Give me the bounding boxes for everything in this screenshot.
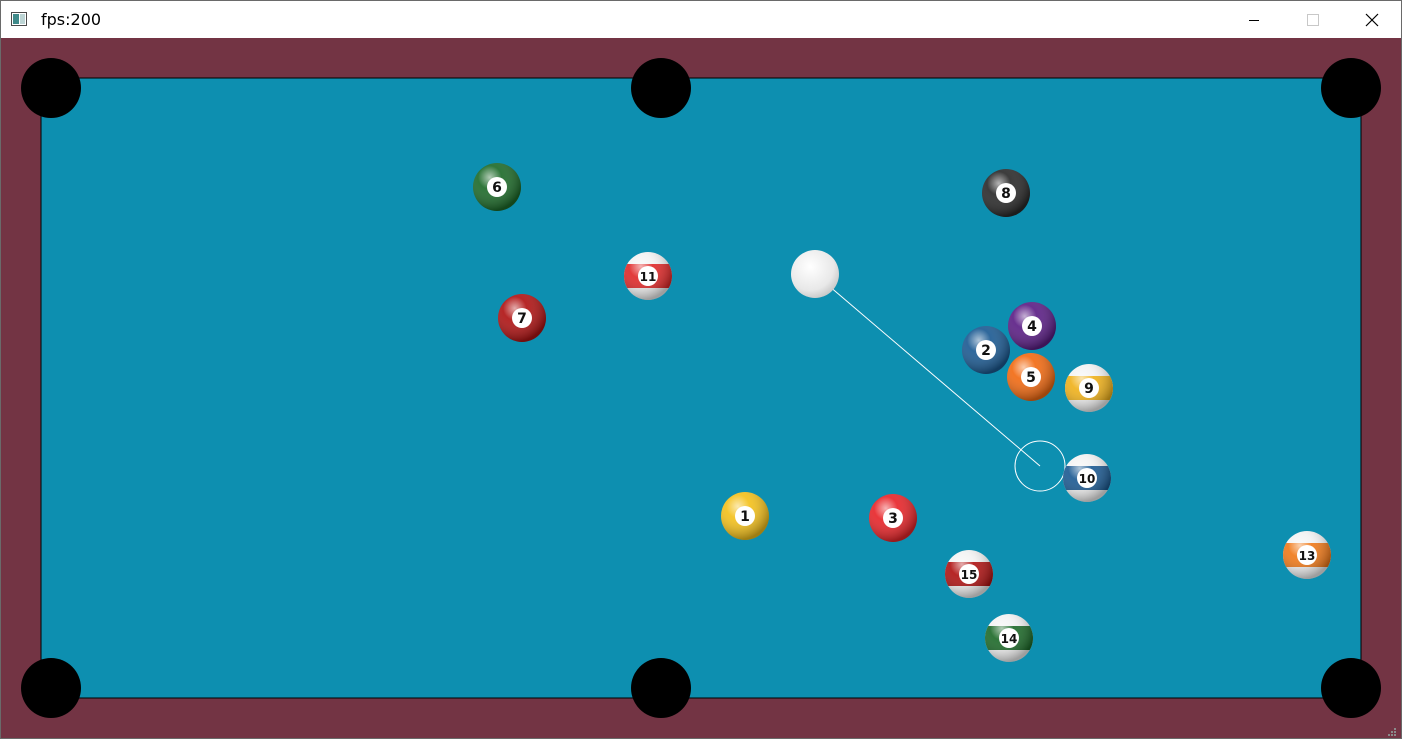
- ball-1[interactable]: 1: [721, 492, 769, 540]
- ball-number-label: 15: [961, 568, 978, 582]
- ball-number-label: 13: [1299, 549, 1316, 563]
- ball-number-label: 7: [517, 311, 527, 327]
- ball-number-label: 10: [1079, 472, 1096, 486]
- close-button[interactable]: [1343, 1, 1401, 38]
- ball-number-label: 1: [740, 509, 750, 525]
- ball-6[interactable]: 6: [473, 163, 521, 211]
- ball-number-label: 11: [640, 270, 657, 284]
- ball-number-label: 3: [888, 511, 898, 527]
- ball-11[interactable]: 11: [624, 252, 672, 300]
- pool-table[interactable]: 6 8117 4259101 3151413: [1, 38, 1401, 738]
- pocket-bottom-right: [1321, 658, 1381, 718]
- app-icon: [11, 12, 27, 26]
- table-felt[interactable]: [40, 77, 1362, 699]
- close-icon: [1365, 13, 1379, 26]
- ball-number-label: 14: [1001, 632, 1018, 646]
- minimize-button[interactable]: [1225, 1, 1283, 38]
- cue-ball[interactable]: [791, 250, 839, 298]
- ball-number-label: 4: [1027, 319, 1037, 335]
- window-title: fps:200: [41, 10, 102, 29]
- minimize-icon: [1249, 19, 1259, 21]
- ball-3[interactable]: 3: [869, 494, 917, 542]
- pocket-top-left: [21, 58, 81, 118]
- ball-number-label: 8: [1001, 186, 1011, 202]
- ball-9[interactable]: 9: [1065, 364, 1113, 412]
- ball-10[interactable]: 10: [1063, 454, 1111, 502]
- ball-4[interactable]: 4: [1008, 302, 1056, 350]
- pocket-top-middle: [631, 58, 691, 118]
- ball-5[interactable]: 5: [1007, 353, 1055, 401]
- pocket-top-right: [1321, 58, 1381, 118]
- ball-15[interactable]: 15: [945, 550, 993, 598]
- ball-2[interactable]: 2: [962, 326, 1010, 374]
- ball-number-label: 2: [981, 343, 991, 359]
- window-border-left: [0, 0, 1, 739]
- ball-8[interactable]: 8: [982, 169, 1030, 217]
- maximize-button[interactable]: [1284, 1, 1342, 38]
- title-bar: fps:200: [0, 0, 1402, 38]
- pocket-bottom-middle: [631, 658, 691, 718]
- maximize-icon: [1307, 13, 1319, 26]
- ball-number-label: 5: [1026, 370, 1036, 386]
- pocket-bottom-left: [21, 658, 81, 718]
- ball-number-label: 6: [492, 180, 502, 196]
- ball-14[interactable]: 14: [985, 614, 1033, 662]
- ball-7[interactable]: 7: [498, 294, 546, 342]
- ball-number-label: 9: [1084, 381, 1094, 397]
- ball-13[interactable]: 13: [1283, 531, 1331, 579]
